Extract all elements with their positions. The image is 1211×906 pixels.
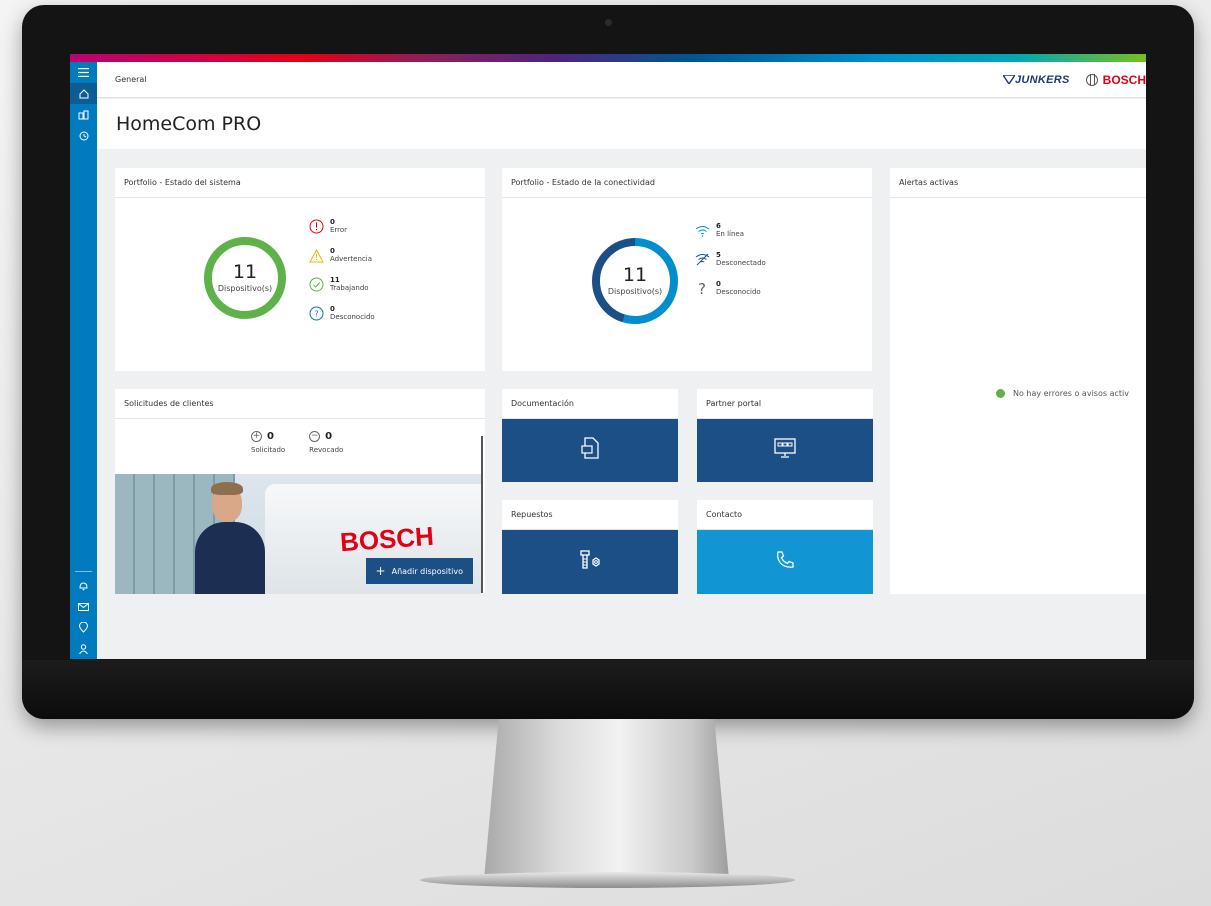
devices-icon[interactable] (70, 104, 97, 125)
plus-circle-icon: + (251, 431, 262, 442)
check-circle-icon (308, 277, 324, 293)
connectivity-total-label: Dispositivo(s) (607, 287, 663, 296)
revoked-count[interactable]: −0 Revocado (309, 431, 343, 454)
documentation-tile[interactable]: Documentación (502, 389, 678, 482)
spare-parts-tile[interactable]: Repuestos (502, 500, 678, 594)
add-device-button[interactable]: + Añadir dispositivo (365, 558, 473, 584)
bosch-logo: BOSCH (1085, 73, 1146, 87)
requests-counts: +0 Solicitado −0 Revocado (251, 431, 343, 454)
sidebar (70, 62, 97, 659)
legend-working: 11 Trabajando (308, 270, 375, 299)
location-icon[interactable] (70, 617, 97, 638)
wifi-off-icon (694, 252, 710, 268)
card-header: Contacto (697, 500, 873, 530)
user-icon[interactable] (70, 638, 97, 659)
plus-icon: + (375, 564, 386, 578)
monitor-icon (774, 438, 796, 463)
installer-photo: BOSCH + Añadir dispositivo (115, 474, 481, 594)
system-total-label: Dispositivo(s) (217, 284, 273, 293)
card-header: Solicitudes de clientes (115, 389, 485, 419)
system-status-donut: 11 Dispositivo(s) (203, 236, 287, 320)
app-screen: General JUNKERS BOSCH HomeCom PRO Portfo… (70, 54, 1146, 659)
no-alerts-message: No hay errores o avisos activ (996, 389, 1129, 398)
legend-disconnected: 5 Desconectado (694, 245, 766, 274)
junkers-logo: JUNKERS (1001, 74, 1070, 86)
title-bar: HomeCom PRO (97, 99, 1146, 149)
question-circle-icon: ? (308, 306, 324, 322)
error-icon (308, 219, 324, 235)
page-title: HomeCom PRO (116, 113, 262, 135)
phone-icon (775, 550, 795, 575)
customer-requests-card: Solicitudes de clientes +0 Solicitado −0… (115, 389, 485, 594)
monitor-base (420, 872, 795, 888)
card-header: Repuestos (502, 500, 678, 530)
system-status-card: Portfolio - Estado del sistema 11 Dispos… (115, 168, 485, 371)
mail-icon[interactable] (70, 596, 97, 617)
card-header: Partner portal (697, 389, 873, 419)
connectivity-card: Portfolio - Estado de la conectividad 11… (502, 168, 872, 371)
scrollbar[interactable] (481, 436, 483, 593)
svg-text:?: ? (314, 310, 318, 319)
system-status-legend: 0 Error 0 Advertencia 11 Trabajando ? 0 Desc… (308, 212, 375, 328)
partner-portal-tile-body[interactable] (697, 419, 873, 482)
legend-online: 6 En línea (694, 216, 766, 245)
wifi-icon (694, 223, 710, 239)
bell-icon[interactable] (70, 575, 97, 596)
card-header: Documentación (502, 389, 678, 419)
sidebar-divider (75, 571, 92, 572)
top-bar: General JUNKERS BOSCH (97, 62, 1146, 98)
monitor-chin (22, 660, 1194, 719)
card-header: Alertas activas (890, 168, 1146, 198)
screw-nut-icon (578, 549, 602, 575)
contact-tile[interactable]: Contacto (697, 500, 873, 594)
legend-unknown: ? 0 Desconocido (308, 299, 375, 328)
documentation-tile-body[interactable] (502, 419, 678, 482)
monitor-stand (484, 719, 729, 879)
requested-count[interactable]: +0 Solicitado (251, 431, 285, 454)
card-header: Portfolio - Estado de la conectividad (502, 168, 872, 198)
system-total: 11 (232, 261, 258, 283)
legend-conn-unknown: ? 0 Desconocido (694, 274, 766, 303)
brand-color-bar (70, 54, 1146, 62)
legend-warning: 0 Advertencia (308, 241, 375, 270)
home-icon[interactable] (70, 83, 97, 104)
card-header: Portfolio - Estado del sistema (115, 168, 485, 198)
partner-portal-tile[interactable]: Partner portal (697, 389, 873, 482)
breadcrumb[interactable]: General (115, 75, 147, 84)
active-alerts-card: Alertas activas No hay errores o avisos … (890, 168, 1146, 594)
history-icon[interactable] (70, 125, 97, 146)
legend-error: 0 Error (308, 212, 375, 241)
question-icon: ? (698, 279, 706, 298)
connectivity-donut: 11 Dispositivo(s) (590, 236, 680, 326)
ok-status-icon (996, 389, 1005, 398)
minus-circle-icon: − (309, 431, 321, 442)
connectivity-legend: 6 En línea 5 Desconectado ? 0 Desconocido (694, 216, 766, 303)
spare-parts-tile-body[interactable] (502, 530, 678, 594)
connectivity-total: 11 (622, 264, 648, 286)
document-icon (580, 437, 600, 464)
warning-icon (308, 248, 324, 264)
menu-icon[interactable] (70, 62, 97, 83)
brand-logos: JUNKERS BOSCH (1001, 62, 1146, 98)
camera-dot (605, 19, 612, 26)
contact-tile-body[interactable] (697, 530, 873, 594)
